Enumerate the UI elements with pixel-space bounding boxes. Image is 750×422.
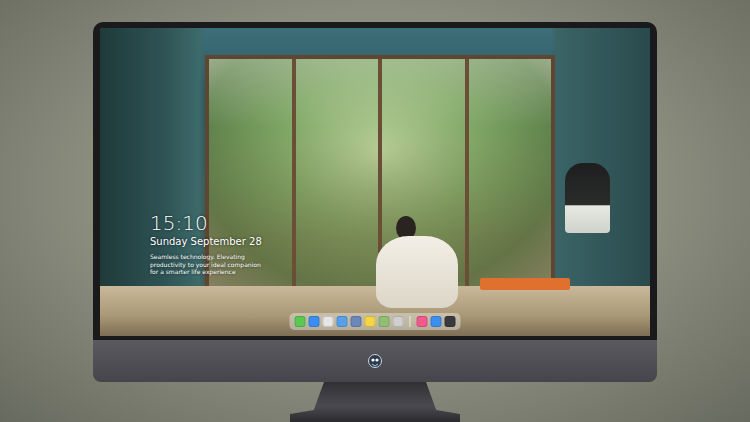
wallpaper-table — [480, 278, 570, 290]
dock-app-icon[interactable] — [431, 316, 442, 327]
clock-tagline: Seamless technology. Elevating productiv… — [150, 253, 270, 276]
clock-time: 15:10 — [150, 212, 270, 234]
wallpaper-pane — [209, 59, 296, 286]
dock-app-icon[interactable] — [295, 316, 306, 327]
wallpaper-photo — [100, 28, 650, 336]
wallpaper-pane — [296, 59, 383, 286]
dock-app-icon[interactable] — [417, 316, 428, 327]
wallpaper-pane — [469, 59, 552, 286]
dock-app-icon[interactable] — [393, 316, 404, 327]
brand-logo-icon — [368, 354, 382, 368]
dock-app-icon[interactable] — [309, 316, 320, 327]
monitor-stand — [290, 382, 460, 422]
dock-app-icon[interactable] — [323, 316, 334, 327]
monitor: 15:10 Sunday September 28 Seamless technol… — [93, 0, 657, 422]
dock-app-icon[interactable] — [337, 316, 348, 327]
dock — [290, 313, 461, 330]
monitor-bezel: 15:10 Sunday September 28 Seamless technol… — [93, 22, 657, 340]
clock-date: Sunday September 28 — [150, 236, 270, 248]
wallpaper-figure — [368, 216, 458, 308]
dock-app-icon[interactable] — [445, 316, 456, 327]
wallpaper-fan — [565, 163, 610, 233]
lock-clock: 15:10 Sunday September 28 Seamless technol… — [150, 212, 270, 276]
dock-app-icon[interactable] — [365, 316, 376, 327]
dock-app-icon[interactable] — [351, 316, 362, 327]
lock-screen[interactable]: 15:10 Sunday September 28 Seamless technol… — [100, 28, 650, 336]
dock-app-icon[interactable] — [379, 316, 390, 327]
monitor-chin — [93, 340, 657, 382]
dock-divider — [410, 316, 411, 327]
desktop-mockup: 15:10 Sunday September 28 Seamless technol… — [0, 0, 750, 422]
